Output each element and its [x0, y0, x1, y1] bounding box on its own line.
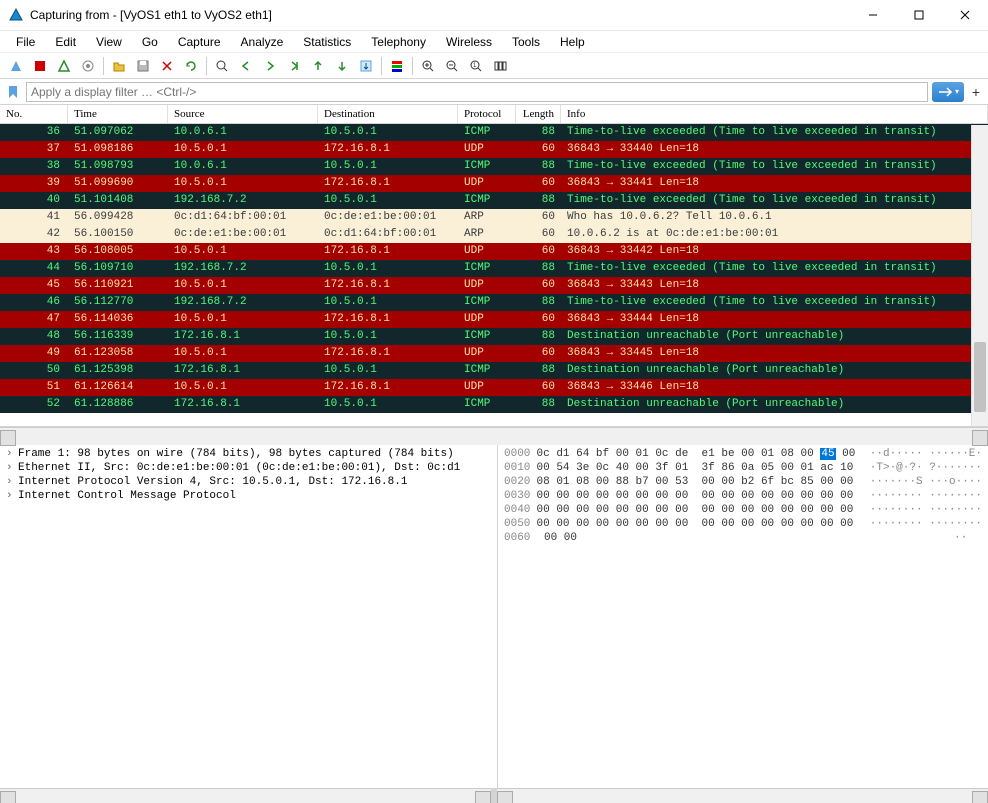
display-filter-bar: ▾ + — [0, 79, 988, 105]
menu-edit[interactable]: Edit — [45, 32, 86, 52]
add-filter-button[interactable]: + — [968, 84, 984, 100]
menu-statistics[interactable]: Statistics — [293, 32, 361, 52]
packet-list[interactable]: No. Time Source Destination Protocol Len… — [0, 105, 988, 427]
apply-filter-button[interactable]: ▾ — [932, 82, 964, 102]
start-capture-button[interactable] — [5, 55, 27, 77]
tree-item[interactable]: Internet Protocol Version 4, Src: 10.5.0… — [0, 475, 497, 489]
restart-capture-button[interactable] — [53, 55, 75, 77]
display-filter-input[interactable] — [26, 82, 928, 102]
menu-help[interactable]: Help — [550, 32, 595, 52]
packet-row[interactable]: 4356.10800510.5.0.1172.16.8.1UDP6036843 … — [0, 243, 988, 260]
zoom-out-button[interactable] — [441, 55, 463, 77]
packet-row[interactable]: 4556.11092110.5.0.1172.16.8.1UDP6036843 … — [0, 277, 988, 294]
packet-row[interactable]: 5261.128886172.16.8.110.5.0.1ICMP88Desti… — [0, 396, 988, 413]
reload-button[interactable] — [180, 55, 202, 77]
packet-row[interactable]: 4756.11403610.5.0.1172.16.8.1UDP6036843 … — [0, 311, 988, 328]
packet-row[interactable]: 3651.09706210.0.6.110.5.0.1ICMP88Time-to… — [0, 124, 988, 141]
col-header-destination[interactable]: Destination — [318, 105, 458, 123]
packet-row[interactable]: 5061.125398172.16.8.110.5.0.1ICMP88Desti… — [0, 362, 988, 379]
packet-list-hscrollbar[interactable] — [0, 427, 988, 445]
packet-row[interactable]: 4456.109710192.168.7.210.5.0.1ICMP88Time… — [0, 260, 988, 277]
col-header-no[interactable]: No. — [0, 105, 68, 123]
close-file-button[interactable] — [156, 55, 178, 77]
window-titlebar: Capturing from - [VyOS1 eth1 to VyOS2 et… — [0, 0, 988, 31]
window-close-button[interactable] — [942, 0, 988, 30]
menu-analyze[interactable]: Analyze — [231, 32, 294, 52]
go-back-button[interactable] — [235, 55, 257, 77]
go-first-button[interactable] — [307, 55, 329, 77]
open-file-button[interactable] — [108, 55, 130, 77]
save-file-button[interactable] — [132, 55, 154, 77]
zoom-reset-button[interactable]: 1 — [465, 55, 487, 77]
packet-list-header: No. Time Source Destination Protocol Len… — [0, 105, 988, 124]
go-to-packet-button[interactable] — [283, 55, 305, 77]
svg-text:1: 1 — [473, 63, 477, 69]
resize-columns-button[interactable] — [489, 55, 511, 77]
auto-scroll-button[interactable] — [355, 55, 377, 77]
hex-hscrollbar[interactable] — [497, 788, 988, 803]
packet-row[interactable]: 3751.09818610.5.0.1172.16.8.1UDP6036843 … — [0, 141, 988, 158]
packet-row[interactable]: 5161.12661410.5.0.1172.16.8.1UDP6036843 … — [0, 379, 988, 396]
menu-wireless[interactable]: Wireless — [436, 32, 502, 52]
packet-row[interactable]: 4051.101408192.168.7.210.5.0.1ICMP88Time… — [0, 192, 988, 209]
hex-line[interactable]: 003000 00 00 00 00 00 00 00 00 00 00 00 … — [504, 489, 982, 503]
window-minimize-button[interactable] — [850, 0, 896, 30]
tree-item[interactable]: Frame 1: 98 bytes on wire (784 bits), 98… — [0, 447, 497, 461]
find-packet-button[interactable] — [211, 55, 233, 77]
menubar: File Edit View Go Capture Analyze Statis… — [0, 31, 988, 53]
packet-row[interactable]: 3851.09879310.0.6.110.5.0.1ICMP88Time-to… — [0, 158, 988, 175]
hex-line[interactable]: 002008 01 08 00 88 b7 00 53 00 00 b2 6f … — [504, 475, 982, 489]
colorize-button[interactable] — [386, 55, 408, 77]
go-forward-button[interactable] — [259, 55, 281, 77]
packet-bytes-hex[interactable]: 00000c d1 64 bf 00 01 0c de e1 be 00 01 … — [498, 445, 988, 788]
packet-row[interactable]: 4156.0994280c:d1:64:bf:00:010c:de:e1:be:… — [0, 209, 988, 226]
packet-row[interactable]: 3951.09969010.5.0.1172.16.8.1UDP6036843 … — [0, 175, 988, 192]
packet-list-vscrollbar[interactable] — [971, 125, 988, 426]
col-header-protocol[interactable]: Protocol — [458, 105, 516, 123]
menu-capture[interactable]: Capture — [168, 32, 231, 52]
go-last-button[interactable] — [331, 55, 353, 77]
hex-line[interactable]: 005000 00 00 00 00 00 00 00 00 00 00 00 … — [504, 517, 982, 531]
packet-row[interactable]: 4961.12305810.5.0.1172.16.8.1UDP6036843 … — [0, 345, 988, 362]
tree-item[interactable]: Ethernet II, Src: 0c:de:e1:be:00:01 (0c:… — [0, 461, 497, 475]
packet-row[interactable]: 4256.1001500c:de:e1:be:00:010c:d1:64:bf:… — [0, 226, 988, 243]
col-header-info[interactable]: Info — [561, 105, 988, 123]
hex-line[interactable]: 006000 00·· — [504, 531, 982, 545]
packet-row[interactable]: 4856.116339172.16.8.110.5.0.1ICMP88Desti… — [0, 328, 988, 345]
hex-line[interactable]: 004000 00 00 00 00 00 00 00 00 00 00 00 … — [504, 503, 982, 517]
app-icon — [8, 7, 24, 23]
capture-options-button[interactable] — [77, 55, 99, 77]
zoom-in-button[interactable] — [417, 55, 439, 77]
menu-view[interactable]: View — [86, 32, 132, 52]
col-header-length[interactable]: Length — [516, 105, 561, 123]
hex-line[interactable]: 00000c d1 64 bf 00 01 0c de e1 be 00 01 … — [504, 447, 982, 461]
packet-row[interactable]: 4656.112770192.168.7.210.5.0.1ICMP88Time… — [0, 294, 988, 311]
window-maximize-button[interactable] — [896, 0, 942, 30]
tree-hscrollbar[interactable] — [0, 788, 491, 803]
menu-telephony[interactable]: Telephony — [361, 32, 436, 52]
hex-line[interactable]: 001000 54 3e 0c 40 00 3f 01 3f 86 0a 05 … — [504, 461, 982, 475]
bookmark-filter-icon[interactable] — [4, 83, 22, 101]
stop-capture-button[interactable] — [29, 55, 51, 77]
menu-file[interactable]: File — [6, 32, 45, 52]
window-title: Capturing from - [VyOS1 eth1 to VyOS2 et… — [30, 8, 850, 22]
tree-item[interactable]: Internet Control Message Protocol — [0, 489, 497, 503]
col-header-time[interactable]: Time — [68, 105, 168, 123]
menu-tools[interactable]: Tools — [502, 32, 550, 52]
toolbar: 1 — [0, 53, 988, 79]
col-header-source[interactable]: Source — [168, 105, 318, 123]
packet-details-tree[interactable]: Frame 1: 98 bytes on wire (784 bits), 98… — [0, 445, 498, 788]
menu-go[interactable]: Go — [132, 32, 168, 52]
